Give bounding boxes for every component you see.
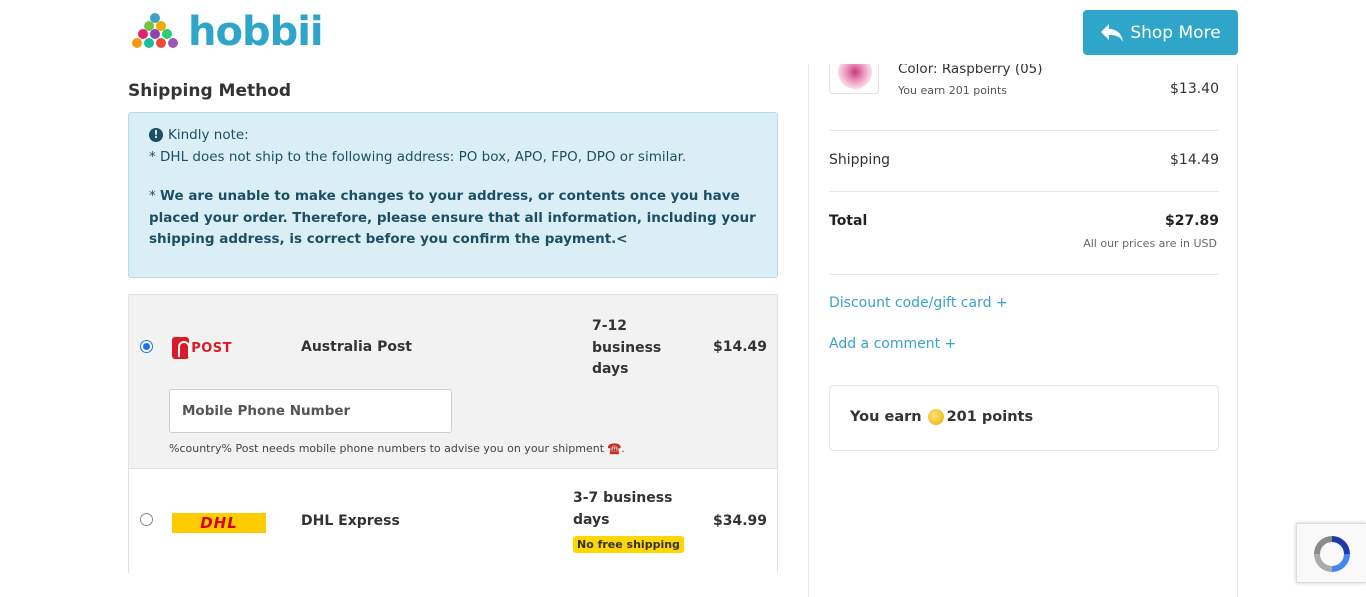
notice-bullet: * xyxy=(149,188,161,204)
order-summary: Color: Raspberry (05) You earn 201 point… xyxy=(808,0,1238,597)
notice-title-text: Kindly note: xyxy=(168,127,249,143)
shipping-value: $14.49 xyxy=(1170,152,1219,168)
dhl-logo: DHL xyxy=(172,513,266,533)
recaptcha-icon xyxy=(1314,536,1350,572)
radio-dhl-express[interactable] xyxy=(140,513,153,526)
notice-title: ! Kindly note: xyxy=(149,127,249,143)
reply-arrow-icon xyxy=(1101,23,1124,42)
no-free-shipping-badge: No free shipping xyxy=(573,536,684,553)
dhl-logo-text: DHL xyxy=(200,514,238,532)
shipping-label: Shipping xyxy=(829,152,891,168)
coin-icon xyxy=(927,409,944,425)
carrier-name: DHL Express xyxy=(301,513,400,529)
add-comment-link[interactable]: Add a comment + xyxy=(829,336,956,352)
australia-post-logo-text: POST xyxy=(191,340,232,356)
yarn-balls-logo-icon xyxy=(132,13,178,48)
phone-note-text: %country% Post needs mobile phone number… xyxy=(169,442,605,455)
phone-note: %country% Post needs mobile phone number… xyxy=(169,442,625,455)
divider xyxy=(829,130,1219,131)
discount-code-link[interactable]: Discount code/gift card + xyxy=(829,295,1008,311)
exclamation-icon: ! xyxy=(149,128,163,142)
shipping-price: $14.49 xyxy=(712,339,767,355)
shipping-notice: ! Kindly note: * DHL does not ship to th… xyxy=(128,112,778,278)
shipping-method-title: Shipping Method xyxy=(128,81,292,101)
delivery-time: 7-12 business days xyxy=(592,318,662,377)
points-text: You earn 201 points xyxy=(850,409,1033,425)
australia-post-icon xyxy=(172,337,191,359)
logo-text: hobbii xyxy=(188,9,324,55)
shop-more-button[interactable]: Shop More xyxy=(1083,10,1238,55)
divider xyxy=(829,191,1219,192)
shipping-option-dhl-express[interactable]: DHL DHL Express 3-7 business days No fre… xyxy=(129,470,777,573)
shipping-option-australia-post[interactable]: POST Australia Post 7-12 business days $… xyxy=(129,295,777,469)
telephone-icon: ☎️. xyxy=(607,442,625,455)
shipping-options: POST Australia Post 7-12 business days $… xyxy=(128,294,778,573)
product-price: $13.40 xyxy=(1170,81,1219,97)
points-box: You earn 201 points xyxy=(829,385,1219,451)
points-prefix: You earn xyxy=(850,409,922,425)
recaptcha-badge[interactable] xyxy=(1296,523,1366,583)
notice-dhl-restriction: * DHL does not ship to the following add… xyxy=(149,149,687,165)
radio-australia-post[interactable] xyxy=(140,340,153,353)
australia-post-logo: POST xyxy=(172,336,232,360)
total-value: $27.89 xyxy=(1164,213,1219,229)
total-label: Total xyxy=(829,213,868,229)
shop-more-label: Shop More xyxy=(1130,22,1221,43)
delivery-time: 3-7 business days xyxy=(573,490,673,528)
site-header: hobbii Shop More xyxy=(0,0,1366,64)
hobbii-logo[interactable]: hobbii xyxy=(128,9,324,55)
mobile-phone-input[interactable] xyxy=(169,389,452,433)
points-value: 201 points xyxy=(946,409,1034,425)
shipping-price: $34.99 xyxy=(712,513,767,529)
carrier-name: Australia Post xyxy=(301,339,413,355)
notice-address-warning: * We are unable to make changes to your … xyxy=(149,186,764,251)
divider xyxy=(829,274,1219,275)
product-earn-points: You earn 201 points xyxy=(898,84,1008,97)
notice-warning-text: We are unable to make changes to your ad… xyxy=(149,188,756,247)
currency-note: All our prices are in USD xyxy=(1083,237,1217,250)
